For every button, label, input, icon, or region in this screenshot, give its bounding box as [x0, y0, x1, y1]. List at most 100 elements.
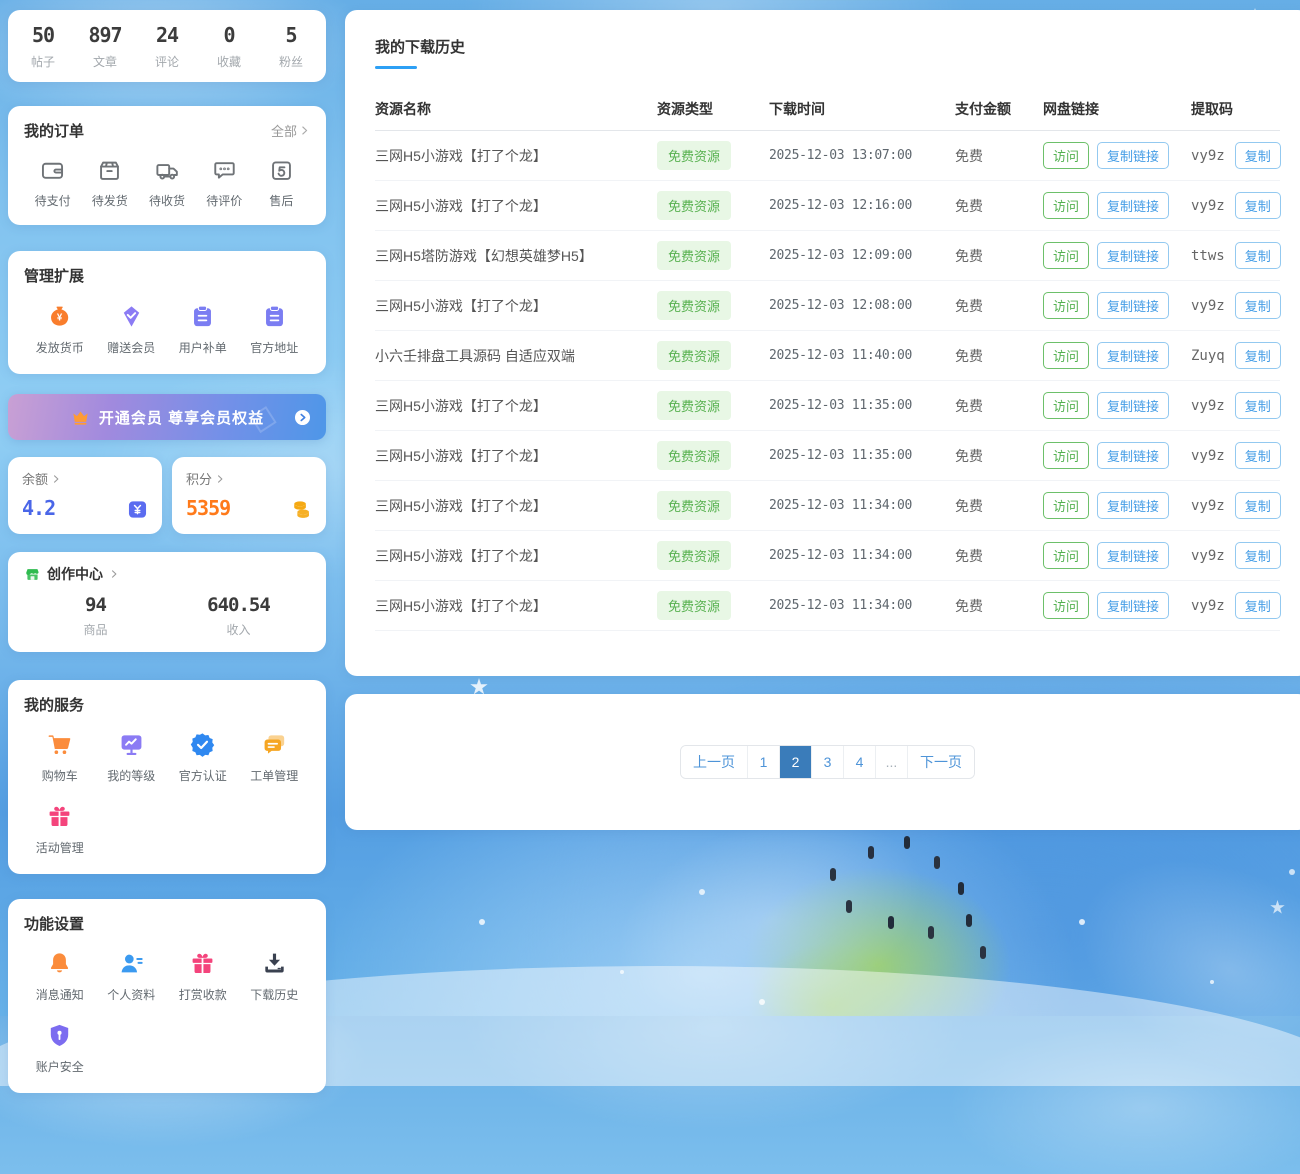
table-row: 三网H5小游戏【打了个龙】 免费资源 2025-12-03 11:34:00 免…: [375, 531, 1280, 581]
copy-code-button[interactable]: 复制: [1235, 392, 1281, 419]
copy-link-button[interactable]: 复制链接: [1097, 392, 1169, 419]
admin-extension-card: 管理扩展 ¥ 发放货币 赠送会员 用户补单: [8, 251, 326, 374]
stat-value: 24: [136, 23, 198, 47]
stat-item[interactable]: 50 帖子: [12, 23, 74, 70]
pay-amount: 免费: [955, 346, 1043, 366]
badge-check-icon: [188, 730, 217, 759]
page-button[interactable]: 1: [747, 746, 779, 778]
pay-amount: 免费: [955, 546, 1043, 566]
resource-type-badge: 免费资源: [657, 591, 731, 620]
setting-item[interactable]: 打赏收款: [167, 949, 239, 1003]
copy-link-button[interactable]: 复制链接: [1097, 492, 1169, 519]
visit-button[interactable]: 访问: [1043, 592, 1089, 619]
admin-item[interactable]: 官方地址: [239, 302, 311, 356]
resource-name: 三网H5小游戏【打了个龙】: [375, 296, 657, 316]
orders-all-link[interactable]: 全部: [271, 121, 310, 140]
copy-link-button[interactable]: 复制链接: [1097, 592, 1169, 619]
visit-button[interactable]: 访问: [1043, 492, 1089, 519]
admin-item-label: 发放货币: [36, 339, 84, 356]
balance-label: 余额: [22, 469, 48, 488]
gift-icon: [45, 802, 74, 831]
tab-download-history[interactable]: 我的下载历史: [375, 10, 465, 69]
page-button[interactable]: 4: [843, 746, 875, 778]
visit-button[interactable]: 访问: [1043, 342, 1089, 369]
copy-code-button[interactable]: 复制: [1235, 492, 1281, 519]
download-time: 2025-12-03 12:09:00: [769, 248, 955, 263]
table-row: 三网H5小游戏【打了个龙】 免费资源 2025-12-03 13:07:00 免…: [375, 131, 1280, 181]
vip-banner[interactable]: 开通会员 尊享会员权益 ◇: [8, 394, 326, 440]
service-item-label: 工单管理: [250, 767, 298, 784]
page-button[interactable]: 2: [779, 746, 811, 778]
order-status-item[interactable]: 待收货: [138, 157, 195, 209]
service-item[interactable]: 官方认证: [167, 730, 239, 784]
order-status-item[interactable]: 待支付: [24, 157, 81, 209]
extract-code: vy9z: [1191, 448, 1225, 464]
copy-link-button[interactable]: 复制链接: [1097, 142, 1169, 169]
order-status-label: 待支付: [35, 192, 71, 209]
points-card[interactable]: 积分 5359: [172, 457, 326, 534]
copy-link-button[interactable]: 复制链接: [1097, 342, 1169, 369]
setting-item[interactable]: 账户安全: [24, 1021, 96, 1075]
gift-icon: [188, 949, 217, 978]
creation-center-card[interactable]: 创作中心 94 商品 640.54 收入: [8, 552, 326, 652]
copy-code-button[interactable]: 复制: [1235, 342, 1281, 369]
order-status-item[interactable]: 待评价: [196, 157, 253, 209]
copy-code-button[interactable]: 复制: [1235, 192, 1281, 219]
prev-page-button[interactable]: 上一页: [681, 746, 747, 778]
next-page-button[interactable]: 下一页: [907, 746, 974, 778]
stat-item[interactable]: 5 粉丝: [260, 23, 322, 70]
order-status-label: 待评价: [206, 192, 242, 209]
download-history-panel: 我的下载历史 资源名称 资源类型 下载时间 支付金额 网盘链接 提取码 三网H5…: [345, 10, 1300, 676]
copy-code-button[interactable]: 复制: [1235, 592, 1281, 619]
copy-link-button[interactable]: 复制链接: [1097, 292, 1169, 319]
admin-item[interactable]: ¥ 发放货币: [24, 302, 96, 356]
copy-link-button[interactable]: 复制链接: [1097, 242, 1169, 269]
service-item[interactable]: 我的等级: [96, 730, 168, 784]
setting-item-label: 账户安全: [36, 1058, 84, 1075]
balance-card[interactable]: 余额 4.2: [8, 457, 162, 534]
visit-button[interactable]: 访问: [1043, 242, 1089, 269]
visit-button[interactable]: 访问: [1043, 142, 1089, 169]
admin-item[interactable]: 赠送会员: [96, 302, 168, 356]
copy-code-button[interactable]: 复制: [1235, 442, 1281, 469]
download-time: 2025-12-03 11:35:00: [769, 448, 955, 463]
copy-link-button[interactable]: 复制链接: [1097, 192, 1169, 219]
copy-code-button[interactable]: 复制: [1235, 142, 1281, 169]
admin-item[interactable]: 用户补单: [167, 302, 239, 356]
setting-item[interactable]: 个人资料: [96, 949, 168, 1003]
resource-name: 三网H5小游戏【打了个龙】: [375, 496, 657, 516]
arrow-circle-icon[interactable]: [293, 408, 312, 427]
aftersale-icon: [268, 157, 295, 184]
visit-button[interactable]: 访问: [1043, 292, 1089, 319]
setting-item[interactable]: 消息通知: [24, 949, 96, 1003]
stat-item[interactable]: 897 文章: [74, 23, 136, 70]
visit-button[interactable]: 访问: [1043, 442, 1089, 469]
page-button[interactable]: ...: [875, 746, 907, 778]
pay-amount: 免费: [955, 496, 1043, 516]
copy-link-button[interactable]: 复制链接: [1097, 442, 1169, 469]
copy-link-button[interactable]: 复制链接: [1097, 542, 1169, 569]
order-status-item[interactable]: 售后: [253, 157, 310, 209]
visit-button[interactable]: 访问: [1043, 542, 1089, 569]
visit-button[interactable]: 访问: [1043, 192, 1089, 219]
setting-item[interactable]: 下载历史: [239, 949, 311, 1003]
points-label: 积分: [186, 469, 212, 488]
copy-code-button[interactable]: 复制: [1235, 542, 1281, 569]
resource-name: 三网H5塔防游戏【幻想英雄梦H5】: [375, 246, 657, 266]
copy-code-button[interactable]: 复制: [1235, 242, 1281, 269]
stat-item[interactable]: 0 收藏: [198, 23, 260, 70]
stat-item[interactable]: 24 评论: [136, 23, 198, 70]
chevron-right-icon: [51, 474, 61, 484]
page-button[interactable]: 3: [811, 746, 843, 778]
copy-code-button[interactable]: 复制: [1235, 292, 1281, 319]
visit-button[interactable]: 访问: [1043, 392, 1089, 419]
service-item[interactable]: 活动管理: [24, 802, 96, 856]
resource-name: 三网H5小游戏【打了个龙】: [375, 546, 657, 566]
table-row: 小六壬排盘工具源码 自适应双端 免费资源 2025-12-03 11:40:00…: [375, 331, 1280, 381]
service-item[interactable]: 购物车: [24, 730, 96, 784]
order-status-item[interactable]: 待发货: [81, 157, 138, 209]
service-item[interactable]: 工单管理: [239, 730, 311, 784]
pagination: 上一页 1 2 3 4 ... 下一页: [680, 745, 975, 779]
resource-type-badge: 免费资源: [657, 141, 731, 170]
creation-stat: 640.54 收入: [167, 594, 310, 638]
